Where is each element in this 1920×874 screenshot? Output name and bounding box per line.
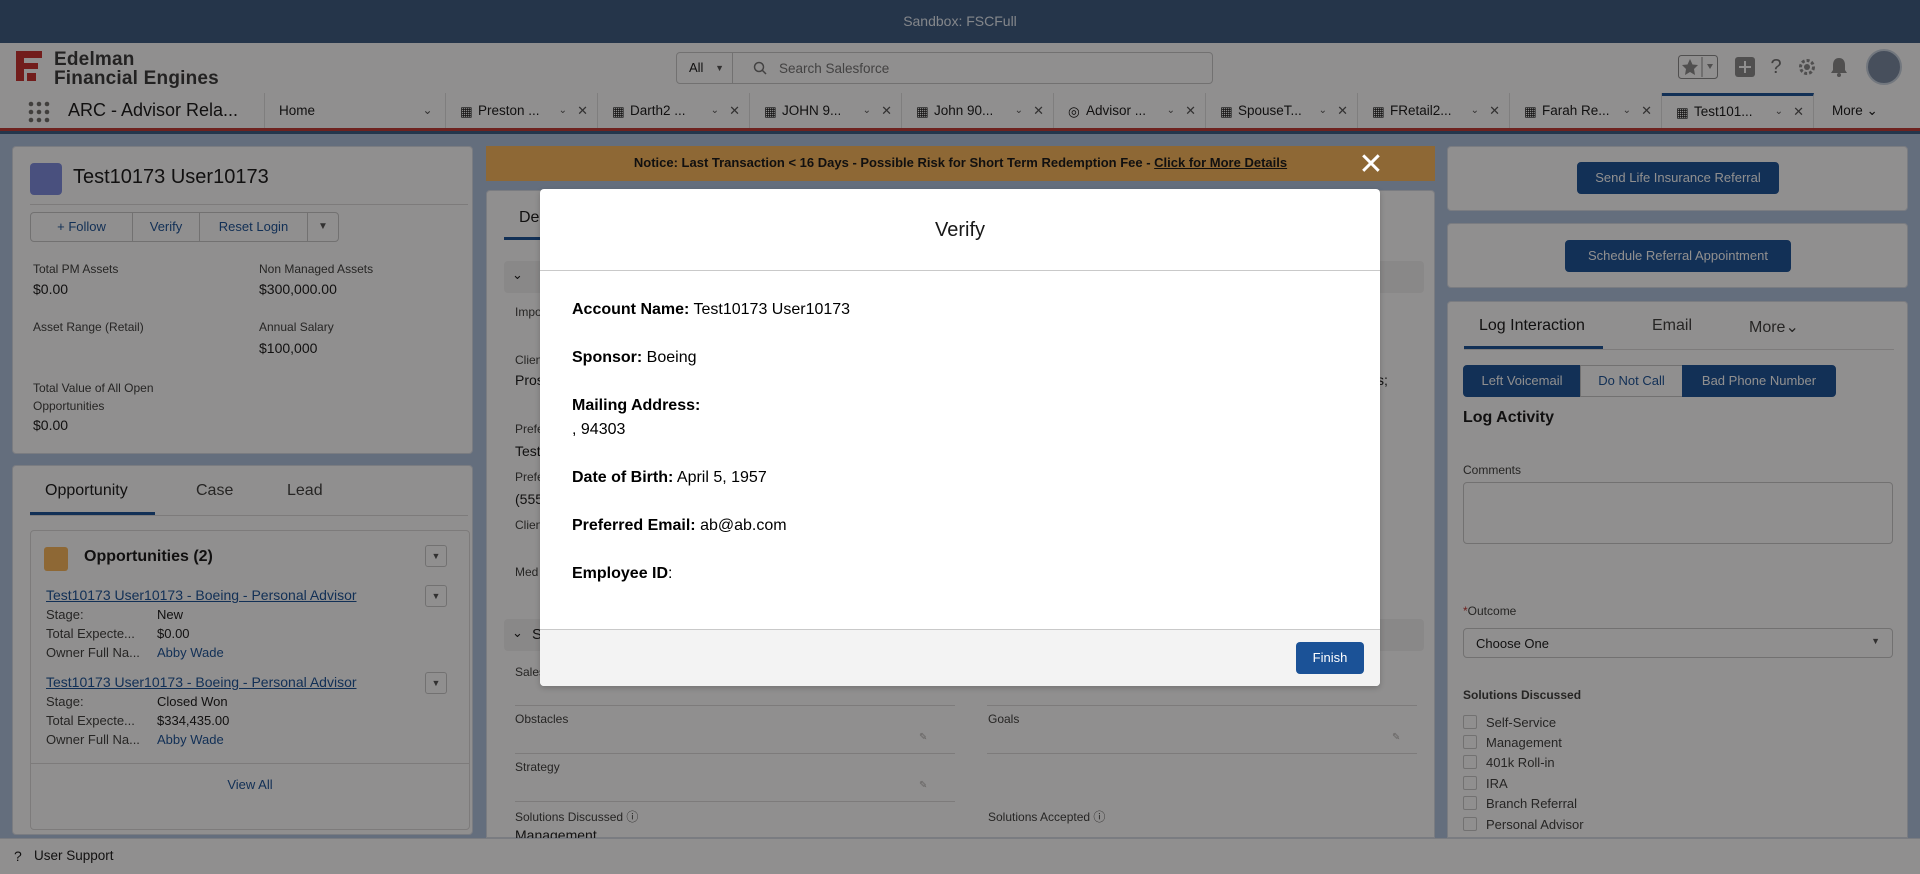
account-name-value: Test10173 User10173 bbox=[693, 301, 851, 318]
account-name-label: Account Name: bbox=[572, 301, 690, 318]
sponsor-row: Sponsor: Boeing bbox=[572, 349, 697, 367]
finish-button[interactable]: Finish bbox=[1296, 642, 1364, 674]
mailing-address-label-row: Mailing Address: bbox=[572, 397, 700, 415]
account-name-row: Account Name: Test10173 User10173 bbox=[572, 301, 850, 319]
modal-title: Verify bbox=[540, 189, 1380, 271]
sponsor-label: Sponsor: bbox=[572, 349, 643, 366]
employee-id-label: Employee ID bbox=[572, 565, 669, 582]
mailing-address-label: Mailing Address: bbox=[572, 397, 701, 414]
modal-footer: Finish bbox=[540, 629, 1380, 686]
employee-id-row: Employee ID: bbox=[572, 565, 672, 583]
employee-id-colon: : bbox=[668, 565, 673, 582]
email-label: Preferred Email: bbox=[572, 517, 696, 534]
close-icon[interactable]: ✕ bbox=[1356, 150, 1386, 180]
dob-value: April 5, 1957 bbox=[676, 469, 767, 486]
mailing-address-value: , 94303 bbox=[572, 421, 626, 438]
verify-modal: Verify Account Name: Test10173 User10173… bbox=[540, 189, 1380, 686]
sponsor-value: Boeing bbox=[646, 349, 697, 366]
email-row: Preferred Email: ab@ab.com bbox=[572, 517, 787, 535]
dob-row: Date of Birth: April 5, 1957 bbox=[572, 469, 767, 487]
email-value: ab@ab.com bbox=[700, 517, 787, 534]
dob-label: Date of Birth: bbox=[572, 469, 674, 486]
